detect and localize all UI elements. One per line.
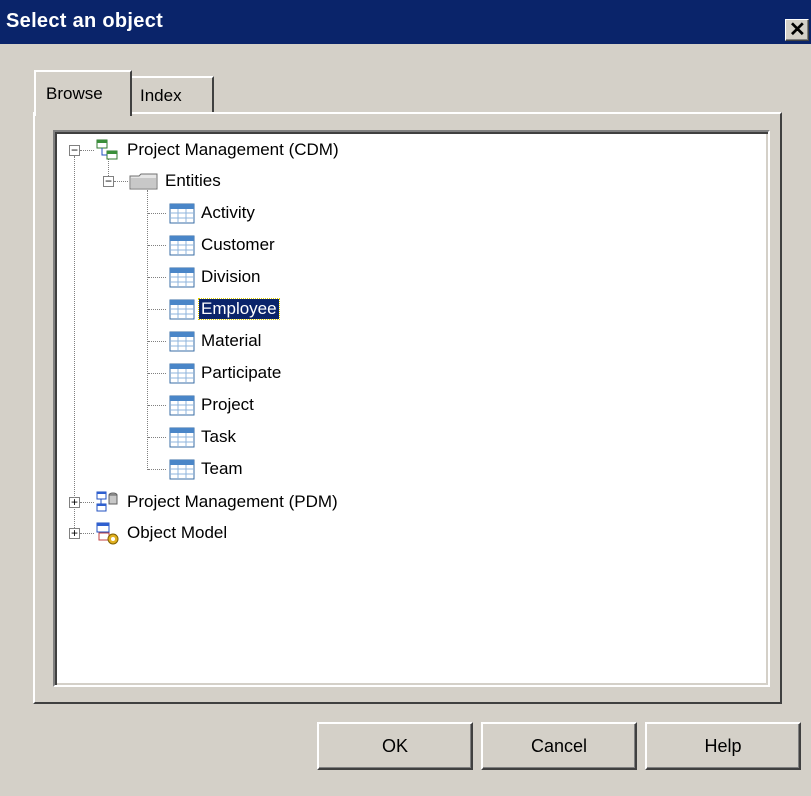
cancel-button[interactable]: Cancel <box>481 722 637 770</box>
tab-index-label: Index <box>140 86 182 105</box>
select-object-dialog: Select an object ✕ Browse Index − Projec… <box>0 0 811 796</box>
dialog-title: Select an object <box>6 10 164 32</box>
ok-button[interactable]: OK <box>317 722 473 770</box>
help-button[interactable]: Help <box>645 722 801 770</box>
tab-browse-label: Browse <box>46 84 103 103</box>
tab-index[interactable]: Index <box>132 76 214 112</box>
title-bar[interactable]: Select an object ✕ <box>0 0 811 44</box>
tab-join <box>36 111 130 115</box>
tab-browse[interactable]: Browse <box>34 70 132 116</box>
close-icon: ✕ <box>789 19 806 41</box>
tab-panel <box>33 112 782 704</box>
close-button[interactable]: ✕ <box>785 19 809 41</box>
